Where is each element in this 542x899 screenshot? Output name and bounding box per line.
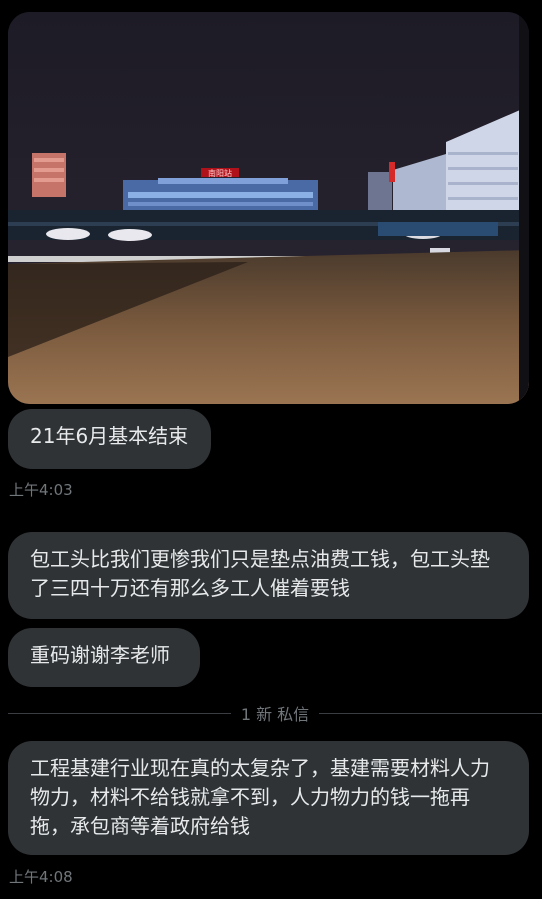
message-bubble[interactable]: 重码谢谢李老师 bbox=[8, 628, 200, 687]
station-sign: 南阳站 bbox=[208, 168, 232, 178]
divider-line bbox=[8, 712, 231, 714]
message-photo[interactable]: 南阳站 bbox=[8, 12, 529, 404]
message-text: 工程基建行业现在真的太复杂了，基建需要材料人力物力，材料不给钱就拿不到，人力物力… bbox=[30, 756, 490, 838]
message-timestamp: 上午4:08 bbox=[9, 868, 73, 886]
message-bubble[interactable]: 工程基建行业现在真的太复杂了，基建需要材料人力物力，材料不给钱就拿不到，人力物力… bbox=[8, 741, 529, 855]
divider-line bbox=[319, 712, 542, 714]
message-bubble[interactable]: 包工头比我们更惨我们只是垫点油费工钱，包工头垫了三四十万还有那么多工人催着要钱 bbox=[8, 532, 529, 619]
message-timestamp: 上午4:03 bbox=[9, 481, 73, 499]
new-messages-divider: 1 新 私信 bbox=[8, 700, 542, 726]
message-text: 重码谢谢李老师 bbox=[30, 643, 170, 667]
new-messages-label: 1 新 私信 bbox=[240, 705, 310, 724]
message-bubble[interactable]: 21年6月基本结束 bbox=[8, 409, 211, 469]
night-station-image: 南阳站 bbox=[8, 12, 529, 404]
message-text: 21年6月基本结束 bbox=[30, 424, 189, 448]
message-text: 包工头比我们更惨我们只是垫点油费工钱，包工头垫了三四十万还有那么多工人催着要钱 bbox=[30, 547, 490, 600]
